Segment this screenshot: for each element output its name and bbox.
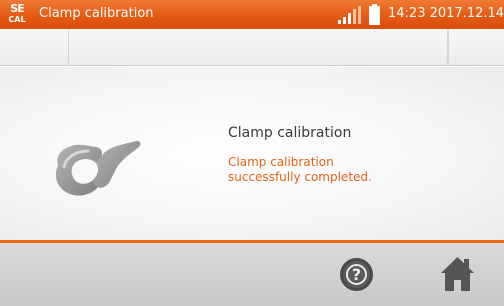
title-bar: SE CAL Clamp calibration 14:23 2017.12.1… (0, 0, 504, 29)
window-title: Clamp calibration (39, 6, 154, 21)
help-button[interactable]: ? (340, 258, 373, 291)
clock: 14:23 2017.12.14 (388, 6, 504, 21)
tab-strip (0, 29, 504, 66)
status-line-1: Clamp calibration (228, 155, 334, 169)
home-button[interactable] (440, 256, 475, 292)
status-line-2: successfully completed. (228, 170, 372, 184)
clamp-icon (55, 140, 141, 196)
tab-slot-right (448, 29, 504, 66)
tab-slot-left (0, 29, 69, 66)
battery-icon (369, 4, 380, 25)
footer-toolbar: ? (0, 243, 504, 306)
tab-slot-middle (69, 29, 448, 66)
help-icon: ? (346, 264, 367, 285)
signal-strength-icon (338, 6, 361, 24)
status-message: Clamp calibration successfully completed… (228, 155, 448, 185)
message-panel: Clamp calibration Clamp calibration succ… (0, 67, 504, 240)
message-title: Clamp calibration (228, 125, 352, 141)
home-icon (441, 257, 474, 291)
app-logo: SE CAL (8, 2, 26, 25)
